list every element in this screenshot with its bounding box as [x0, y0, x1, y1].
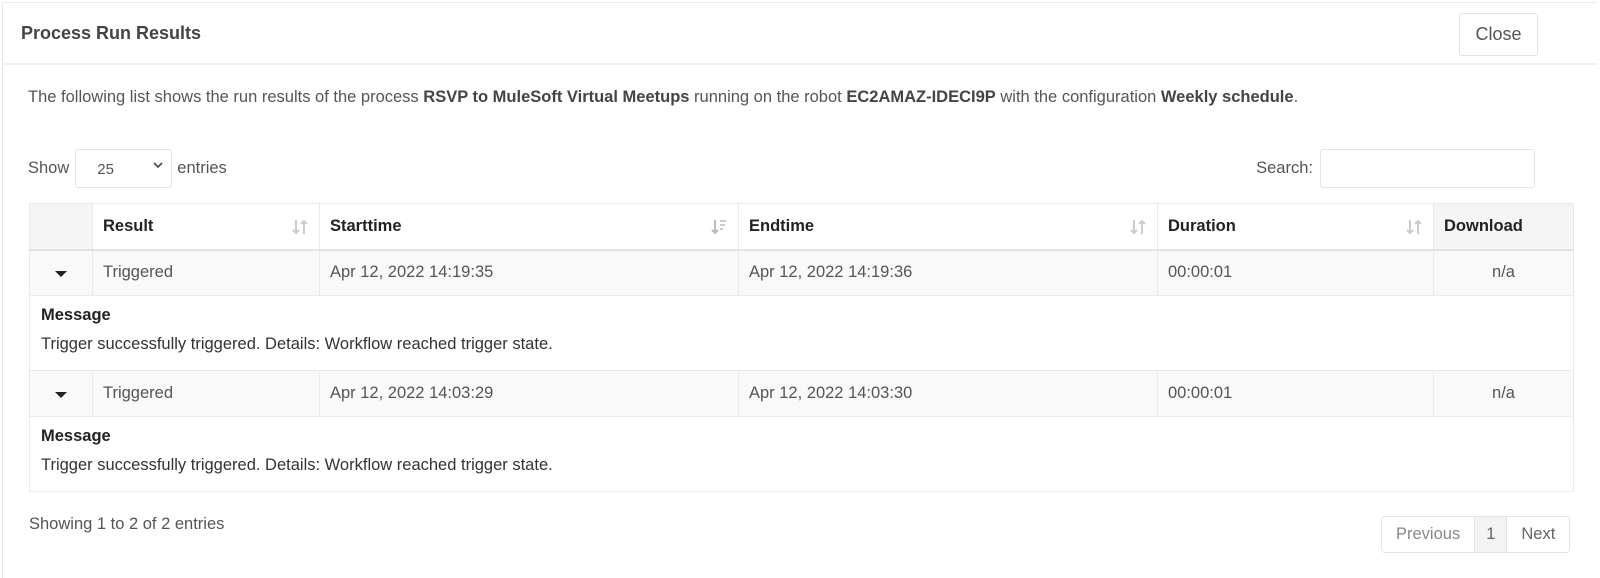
show-label: Show [28, 159, 70, 177]
starttime-cell: Apr 12, 2022 14:19:35 [319, 249, 739, 296]
pagination: Previous 1 Next [1381, 516, 1571, 553]
process-name: RSVP to MuleSoft Virtual Meetups [423, 88, 690, 106]
intro-prefix: The following list shows the run results… [28, 88, 424, 106]
expand-toggle[interactable] [29, 249, 93, 296]
search-label: Search: [1256, 159, 1313, 177]
robot-name: EC2AMAZ-IDECI9P [846, 88, 996, 106]
table-header-row: Result Starttime Endtime Duration Downlo… [29, 203, 1574, 251]
sort-icon [1130, 219, 1146, 235]
duration-cell: 00:00:01 [1157, 249, 1434, 296]
modal-title: Process Run Results [21, 23, 202, 43]
column-header-label: Starttime [330, 216, 402, 235]
column-header-label: Result [103, 216, 154, 235]
column-header-duration[interactable]: Duration [1157, 203, 1434, 251]
process-run-results-modal: Process Run Results Close The following … [2, 2, 1598, 578]
search-input[interactable] [1320, 149, 1535, 188]
duration-cell: 00:00:01 [1157, 370, 1434, 417]
column-header-download: Download [1433, 203, 1574, 251]
endtime-cell: Apr 12, 2022 14:19:36 [738, 249, 1158, 296]
column-header-endtime[interactable]: Endtime [738, 203, 1158, 251]
starttime-cell: Apr 12, 2022 14:03:29 [319, 370, 739, 417]
modal-header: Process Run Results Close [3, 3, 1598, 65]
results-table: Result Starttime Endtime Duration Downlo… [29, 203, 1574, 492]
previous-page-button[interactable]: Previous [1382, 517, 1474, 552]
table-info: Showing 1 to 2 of 2 entries [29, 515, 225, 533]
result-cell[interactable]: Triggered [92, 370, 320, 417]
message-title: Message [41, 427, 111, 445]
message-text: Trigger successfully triggered. Details:… [41, 456, 553, 474]
page-1-button[interactable]: 1 [1474, 517, 1508, 552]
entries-per-page-value: 25 [97, 161, 114, 178]
row-detail-cell: Message Trigger successfully triggered. … [29, 416, 1574, 492]
sort-icon [1406, 219, 1422, 235]
chevron-down-icon [153, 162, 163, 169]
entries-label: entries [177, 159, 227, 177]
close-button[interactable]: Close [1459, 13, 1538, 56]
column-header-expand [29, 203, 93, 251]
row-detail: Message Trigger successfully triggered. … [29, 295, 1574, 371]
caret-down-icon [55, 271, 67, 278]
message-title: Message [41, 306, 111, 324]
expand-toggle[interactable] [29, 370, 93, 417]
sort-descending-icon [711, 220, 726, 235]
intro-mid1: running on the robot [689, 88, 847, 106]
caret-down-icon [55, 392, 67, 398]
configuration-name: Weekly schedule [1160, 88, 1294, 106]
intro-mid2: with the configuration [995, 88, 1161, 106]
table-row[interactable]: Triggered Apr 12, 2022 14:19:35 Apr 12, … [29, 249, 1574, 296]
row-detail-cell: Message Trigger successfully triggered. … [29, 295, 1574, 371]
table-row[interactable]: Triggered Apr 12, 2022 14:03:29 Apr 12, … [29, 370, 1574, 417]
message-text: Trigger successfully triggered. Details:… [41, 335, 553, 353]
search-control: Search: [1256, 149, 1535, 188]
column-header-result[interactable]: Result [92, 203, 320, 251]
next-page-button[interactable]: Next [1507, 517, 1569, 552]
endtime-cell: Apr 12, 2022 14:03:30 [738, 370, 1158, 417]
column-header-label: Endtime [749, 216, 815, 235]
result-cell[interactable]: Triggered [92, 249, 320, 296]
intro-text: The following list shows the run results… [28, 88, 1298, 107]
download-cell: n/a [1433, 370, 1574, 417]
sort-icon [292, 219, 308, 235]
column-header-starttime[interactable]: Starttime [319, 203, 739, 251]
column-header-label: Duration [1168, 216, 1236, 235]
entries-length-control: Show 25 entries [28, 149, 227, 188]
intro-suffix: . [1293, 88, 1299, 106]
entries-per-page-select[interactable]: 25 [75, 149, 173, 188]
download-cell: n/a [1433, 249, 1574, 296]
row-detail: Message Trigger successfully triggered. … [29, 416, 1574, 492]
